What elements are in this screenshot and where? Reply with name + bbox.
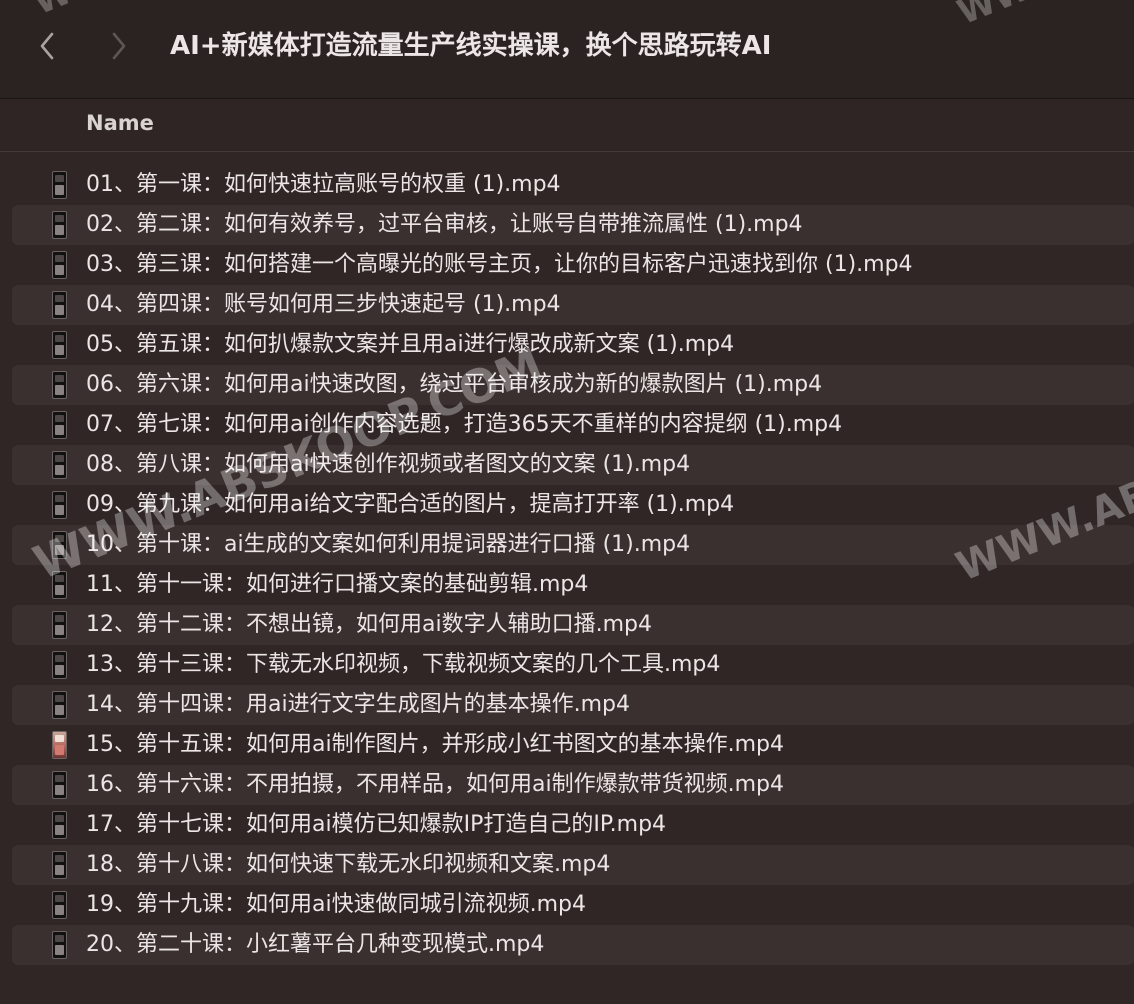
file-name: 07、第七课：如何用ai创作内容选题，打造365天不重样的内容提纲 (1).mp… [86,412,843,437]
file-name: 18、第十八课：如何快速下载无水印视频和文案.mp4 [86,852,611,877]
file-row[interactable]: 16、第十六课：不用拍摄，不用样品，如何用ai制作爆款带货视频.mp4 [12,765,1134,805]
file-name: 04、第四课：账号如何用三步快速起号 (1).mp4 [86,292,561,317]
file-row[interactable]: 20、第二十课：小红薯平台几种变现模式.mp4 [12,925,1134,965]
list-header: Name [0,99,1134,152]
file-list: 01、第一课：如何快速拉高账号的权重 (1).mp4 02、第二课：如何有效养号，… [0,165,1134,965]
video-file-icon [52,411,67,439]
file-row[interactable]: 11、第十一课：如何进行口播文案的基础剪辑.mp4 [12,565,1134,605]
video-file-icon [52,931,67,959]
file-name: 10、第十课：ai生成的文案如何利用提词器进行口播 (1).mp4 [86,532,691,557]
file-row[interactable]: 18、第十八课：如何快速下载无水印视频和文案.mp4 [12,845,1134,885]
file-row[interactable]: 13、第十三课：下载无水印视频，下载视频文案的几个工具.mp4 [12,645,1134,685]
file-row[interactable]: 14、第十四课：用ai进行文字生成图片的基本操作.mp4 [12,685,1134,725]
file-name: 06、第六课：如何用ai快速改图，绕过平台审核成为新的爆款图片 (1).mp4 [86,372,823,397]
file-row[interactable]: 03、第三课：如何搭建一个高曝光的账号主页，让你的目标客户迅速找到你 (1).m… [12,245,1134,285]
file-name: 01、第一课：如何快速拉高账号的权重 (1).mp4 [86,172,561,197]
forward-button[interactable] [104,28,134,64]
file-row[interactable]: 12、第十二课：不想出镜，如何用ai数字人辅助口播.mp4 [12,605,1134,645]
file-name: 03、第三课：如何搭建一个高曝光的账号主页，让你的目标客户迅速找到你 (1).m… [86,252,913,277]
video-file-icon [52,251,67,279]
video-file-icon [52,851,67,879]
file-name: 20、第二十课：小红薯平台几种变现模式.mp4 [86,932,545,957]
video-file-icon [52,571,67,599]
file-name: 15、第十五课：如何用ai制作图片，并形成小红书图文的基本操作.mp4 [86,732,784,757]
video-file-icon [52,491,67,519]
video-file-icon [52,451,67,479]
file-row[interactable]: 19、第十九课：如何用ai快速做同城引流视频.mp4 [12,885,1134,925]
file-row[interactable]: 05、第五课：如何扒爆款文案并且用ai进行爆改成新文案 (1).mp4 [12,325,1134,365]
file-name: 09、第九课：如何用ai给文字配合适的图片，提高打开率 (1).mp4 [86,492,735,517]
file-name: 19、第十九课：如何用ai快速做同城引流视频.mp4 [86,892,586,917]
video-file-icon [52,371,67,399]
file-name: 12、第十二课：不想出镜，如何用ai数字人辅助口播.mp4 [86,612,652,637]
window-title: AI+新媒体打造流量生产线实操课，换个思路玩转AI [170,31,772,61]
finder-window: AI+新媒体打造流量生产线实操课，换个思路玩转AI Name 01、第一课：如何… [0,0,1134,1004]
file-row[interactable]: 08、第八课：如何用ai快速创作视频或者图文的文案 (1).mp4 [12,445,1134,485]
chevron-left-icon [40,32,54,60]
toolbar: AI+新媒体打造流量生产线实操课，换个思路玩转AI [0,0,1134,99]
chevron-right-icon [112,32,126,60]
file-row[interactable]: 17、第十七课：如何用ai模仿已知爆款IP打造自己的IP.mp4 [12,805,1134,845]
file-row[interactable]: 07、第七课：如何用ai创作内容选题，打造365天不重样的内容提纲 (1).mp… [12,405,1134,445]
file-row[interactable]: 09、第九课：如何用ai给文字配合适的图片，提高打开率 (1).mp4 [12,485,1134,525]
file-name: 17、第十七课：如何用ai模仿已知爆款IP打造自己的IP.mp4 [86,812,667,837]
video-file-icon [52,771,67,799]
back-button[interactable] [32,28,62,64]
video-file-icon [52,691,67,719]
file-name: 05、第五课：如何扒爆款文案并且用ai进行爆改成新文案 (1).mp4 [86,332,735,357]
video-file-icon [52,611,67,639]
file-name: 08、第八课：如何用ai快速创作视频或者图文的文案 (1).mp4 [86,452,691,477]
video-file-icon [52,891,67,919]
file-row[interactable]: 06、第六课：如何用ai快速改图，绕过平台审核成为新的爆款图片 (1).mp4 [12,365,1134,405]
video-file-icon [52,811,67,839]
file-row[interactable]: 02、第二课：如何有效养号，过平台审核，让账号自带推流属性 (1).mp4 [12,205,1134,245]
video-file-icon [52,531,67,559]
file-row[interactable]: 04、第四课：账号如何用三步快速起号 (1).mp4 [12,285,1134,325]
video-thumbnail-icon [52,731,67,759]
file-name: 16、第十六课：不用拍摄，不用样品，如何用ai制作爆款带货视频.mp4 [86,772,784,797]
video-file-icon [52,171,67,199]
file-name: 11、第十一课：如何进行口播文案的基础剪辑.mp4 [86,572,589,597]
video-file-icon [52,651,67,679]
file-row[interactable]: 10、第十课：ai生成的文案如何利用提词器进行口播 (1).mp4 [12,525,1134,565]
video-file-icon [52,331,67,359]
file-row[interactable]: 01、第一课：如何快速拉高账号的权重 (1).mp4 [12,165,1134,205]
video-file-icon [52,211,67,239]
file-name: 14、第十四课：用ai进行文字生成图片的基本操作.mp4 [86,692,630,717]
file-row[interactable]: 15、第十五课：如何用ai制作图片，并形成小红书图文的基本操作.mp4 [12,725,1134,765]
file-name: 13、第十三课：下载无水印视频，下载视频文案的几个工具.mp4 [86,652,721,677]
video-file-icon [52,291,67,319]
name-column-header[interactable]: Name [86,111,154,135]
file-name: 02、第二课：如何有效养号，过平台审核，让账号自带推流属性 (1).mp4 [86,212,803,237]
